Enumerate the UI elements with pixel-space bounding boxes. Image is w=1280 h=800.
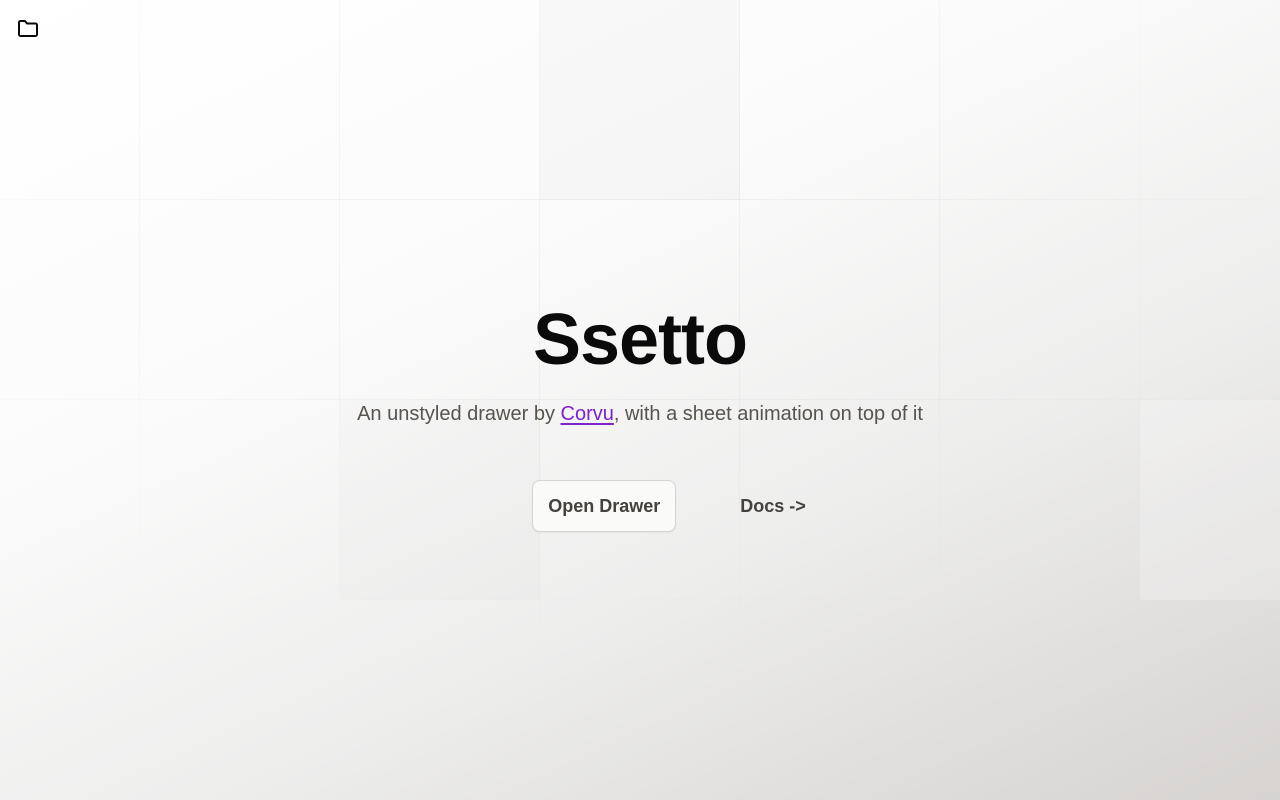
page-title: Ssetto	[532, 300, 748, 380]
subtitle-suffix: , with a sheet animation on top of it	[613, 403, 923, 425]
subtitle-prefix: An unstyled drawer by	[357, 403, 561, 425]
folder-button[interactable]	[14, 14, 42, 42]
page-subtitle: An unstyled drawer by Corvu, with a shee…	[0, 400, 1280, 428]
actions-row: Open Drawer Docs ->	[0, 480, 1280, 532]
docs-link[interactable]: Docs ->	[740, 496, 806, 517]
background-tile	[540, 0, 740, 200]
open-drawer-button[interactable]: Open Drawer	[532, 480, 677, 532]
hero-section: Ssetto An unstyled drawer by Corvu, with…	[0, 298, 1280, 428]
corvu-link[interactable]: Corvu	[561, 403, 614, 425]
folder-icon	[18, 20, 38, 37]
